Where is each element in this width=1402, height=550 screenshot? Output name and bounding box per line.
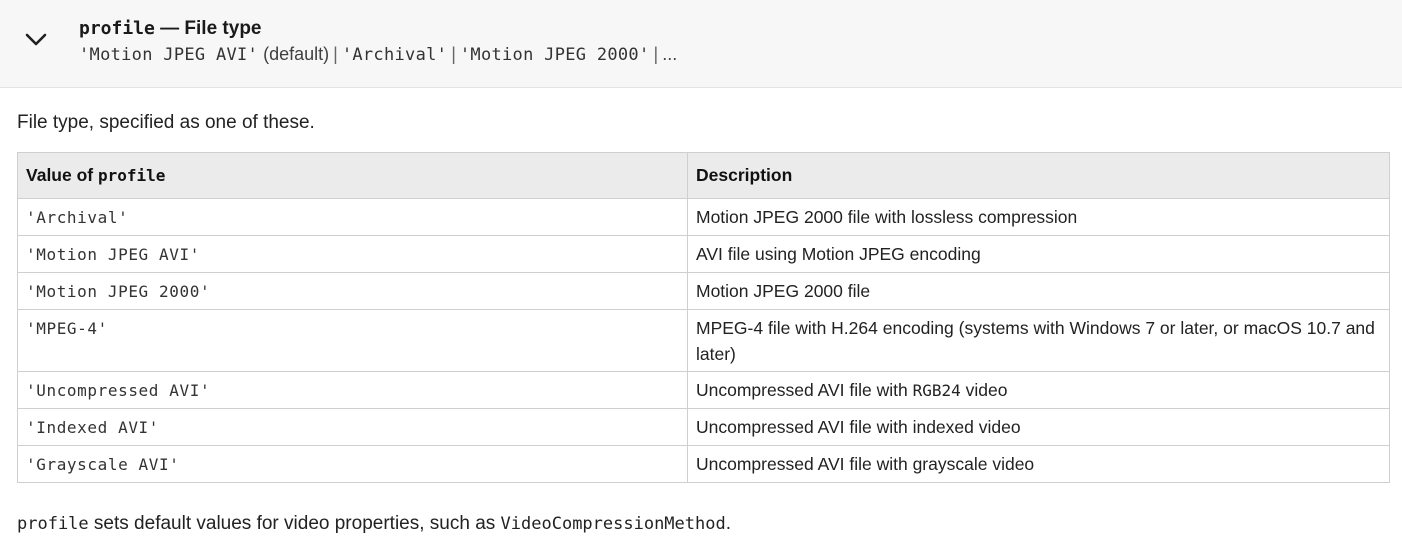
description-text: video (960, 380, 1008, 400)
parameter-title-text: — File type (154, 18, 262, 39)
table-row: 'MPEG-4' MPEG-4 file with H.264 encoding… (17, 309, 1390, 372)
value-code: 'Uncompressed AVI' (26, 381, 211, 400)
value-option: 'Archival' (341, 45, 448, 65)
table-row: 'Indexed AVI' Uncompressed AVI file with… (17, 408, 1390, 446)
value-cell: 'Motion JPEG AVI' (17, 235, 688, 273)
description-cell: Uncompressed AVI file with RGB24 video (687, 371, 1390, 409)
value-cell: 'Motion JPEG 2000' (17, 272, 688, 310)
description-cell: Uncompressed AVI file with grayscale vid… (687, 445, 1390, 483)
table-row: 'Archival' Motion JPEG 2000 file with lo… (17, 198, 1390, 236)
table-row: 'Uncompressed AVI' Uncompressed AVI file… (17, 371, 1390, 409)
description-cell: AVI file using Motion JPEG encoding (687, 235, 1390, 273)
footnote-code: profile (17, 514, 89, 534)
column-header-description: Description (687, 152, 1390, 199)
value-cell: 'Archival' (17, 198, 688, 236)
table-row: 'Grayscale AVI' Uncompressed AVI file wi… (17, 445, 1390, 483)
value-code: 'MPEG-4' (26, 319, 108, 338)
parameter-name: profile (79, 18, 155, 39)
value-code: 'Motion JPEG 2000' (26, 282, 211, 301)
footnote-body: sets default values for video properties… (88, 513, 501, 534)
value-cell: 'MPEG-4' (17, 309, 688, 372)
footnote-code: VideoCompressionMethod (500, 514, 726, 534)
table-row: 'Motion JPEG AVI' AVI file using Motion … (17, 235, 1390, 273)
chevron-down-icon[interactable] (24, 30, 48, 50)
value-code: 'Grayscale AVI' (26, 455, 180, 474)
footnote-text: profile sets default values for video pr… (17, 513, 731, 535)
value-code: 'Archival' (26, 208, 129, 227)
value-code: 'Motion JPEG AVI' (26, 245, 200, 264)
default-value: 'Motion JPEG AVI' (79, 45, 259, 65)
description-code: RGB24 (912, 381, 961, 400)
description-cell: MPEG-4 file with H.264 encoding (systems… (687, 309, 1390, 372)
description-cell: Motion JPEG 2000 file with lossless comp… (687, 198, 1390, 236)
separator: | (451, 44, 456, 64)
footnote-body: . (725, 513, 731, 534)
default-label: (default) (258, 44, 330, 64)
values-table: Value of profile Description 'Archival' … (17, 152, 1390, 483)
parameter-summary: 'Motion JPEG AVI' (default) | 'Archival' | '… (79, 44, 677, 65)
value-cell: 'Grayscale AVI' (17, 445, 688, 483)
table-row: 'Motion JPEG 2000' Motion JPEG 2000 file (17, 272, 1390, 310)
value-cell: 'Indexed AVI' (17, 408, 688, 446)
separator: | (333, 44, 338, 64)
description-text: Uncompressed AVI file with (696, 380, 913, 400)
column-header-value: Value of profile (17, 152, 688, 199)
table-header-row: Value of profile Description (17, 152, 1390, 199)
parameter-title: profile — File type (79, 18, 262, 40)
value-cell: 'Uncompressed AVI' (17, 371, 688, 409)
description-text: File type, specified as one of these. (17, 112, 315, 133)
column-header-code: profile (97, 166, 166, 185)
ellipsis: ... (662, 44, 678, 64)
separator: | (653, 44, 659, 64)
description-cell: Uncompressed AVI file with indexed video (687, 408, 1390, 446)
value-code: 'Indexed AVI' (26, 418, 160, 437)
parameter-header[interactable]: profile — File type 'Motion JPEG AVI' (d… (0, 0, 1402, 88)
description-cell: Motion JPEG 2000 file (687, 272, 1390, 310)
column-header-text: Value of (26, 165, 98, 185)
value-option: 'Motion JPEG 2000' (459, 45, 650, 65)
